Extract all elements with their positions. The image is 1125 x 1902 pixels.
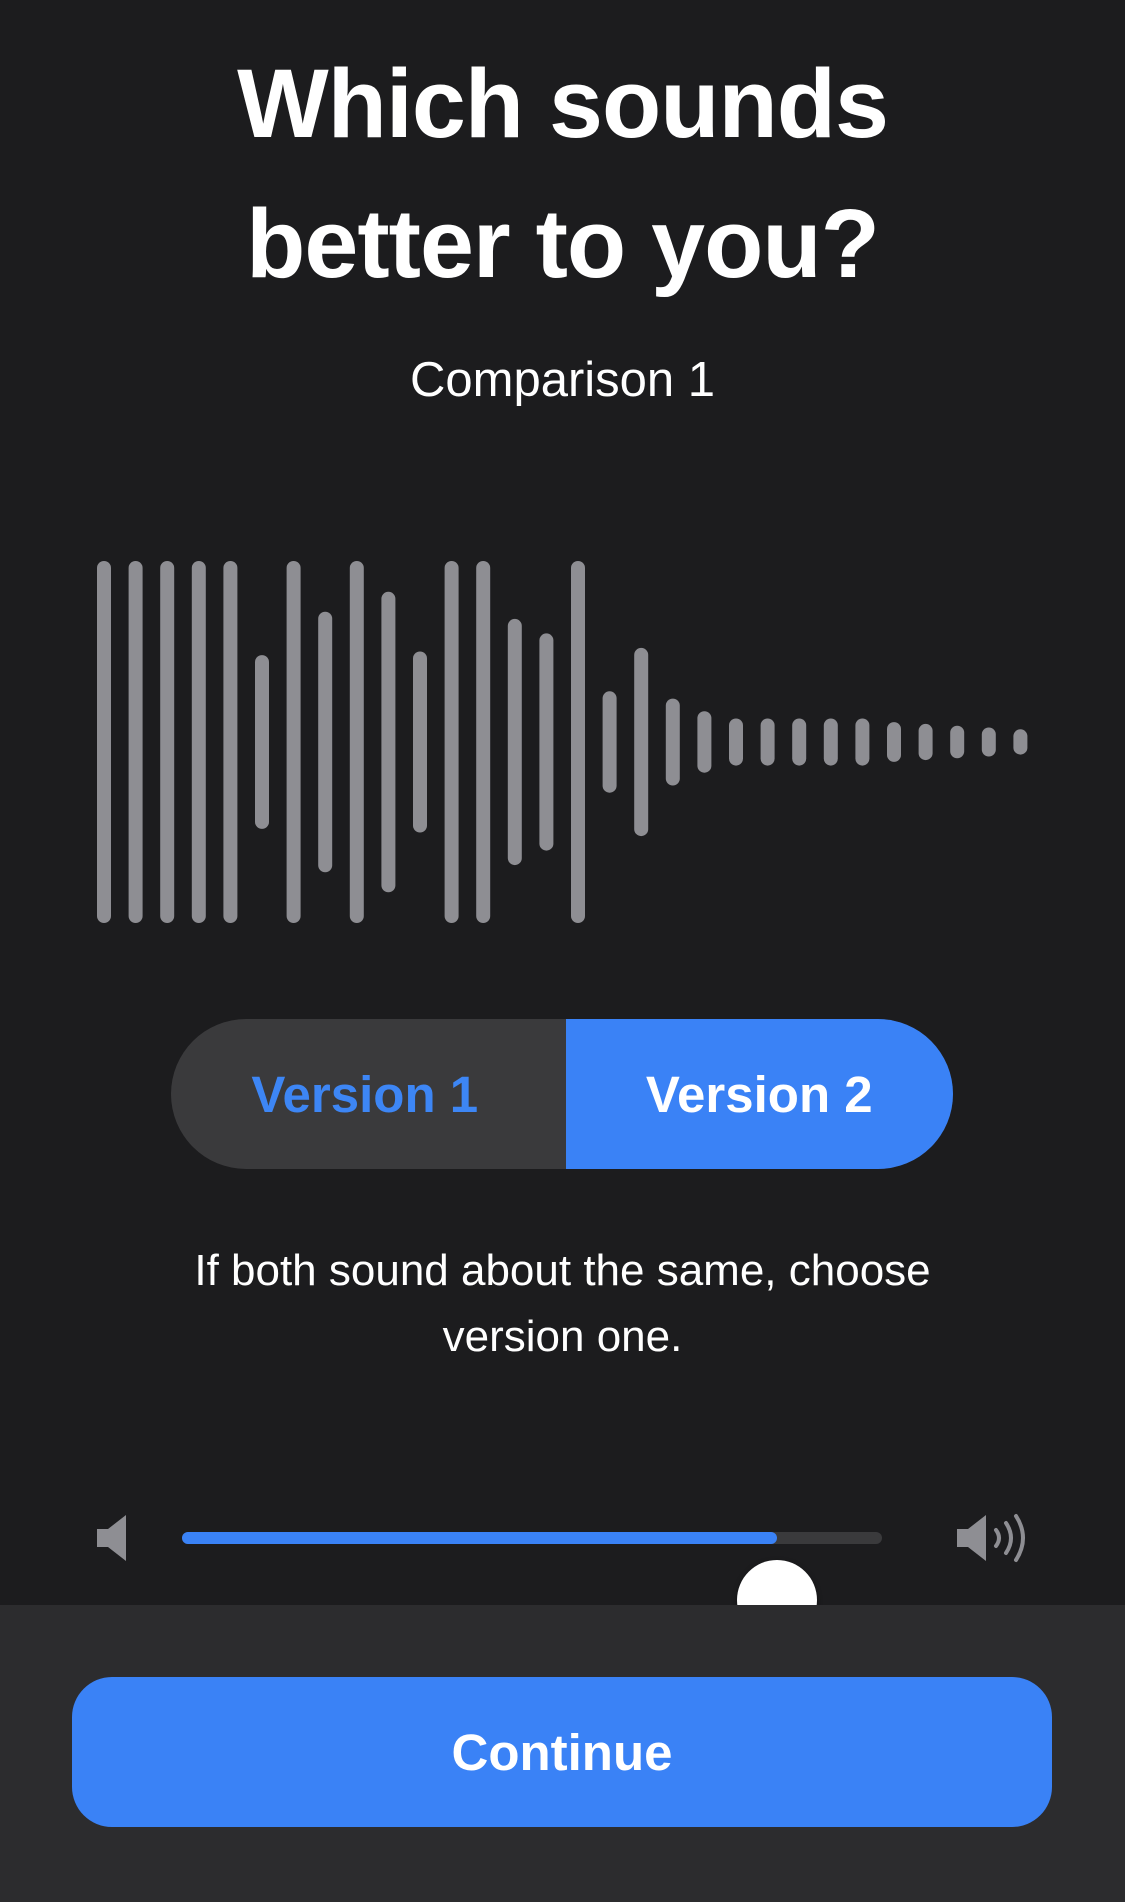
waveform-bar [160,561,175,923]
waveform-bar [729,718,743,766]
speaker-high-icon [957,1514,1025,1562]
volume-slider-fill [182,1532,777,1544]
comparison-label: Comparison 1 [409,353,716,407]
waveform-bar [318,611,333,873]
waveform-bar [413,651,427,833]
hint-text-line-1: If both sound about the same, choose [194,1246,931,1295]
page-title-line-1: Which sounds [237,49,889,158]
waveform-bar [381,591,396,893]
volume-control [0,1470,1125,1640]
bottom-bar: Continue [0,1605,1125,1902]
version-1-button[interactable]: Version 1 [171,1019,559,1169]
waveform-bar [349,561,364,923]
waveform-bar [286,561,301,923]
hint-text-line-2: version one. [442,1312,683,1361]
speaker-low-icon [97,1515,126,1561]
waveform-bar [918,723,933,761]
waveform-bar [444,561,459,923]
waveform-bar [476,561,491,923]
page-title-line-2: better to you? [246,189,880,298]
page-title: Which sounds better to you? [0,34,1125,314]
waveform-bar [855,718,870,766]
waveform-bar [507,618,522,866]
waveform-bar [1013,729,1028,755]
volume-slider[interactable] [182,1532,882,1640]
waveform-bar [191,561,206,923]
waveform-bar [887,722,901,762]
audio-waveform [97,561,1028,923]
waveform-bar [760,718,775,766]
continue-button[interactable]: Continue [72,1677,1052,1827]
waveform-bar [539,633,554,851]
waveform-bar [697,711,712,773]
waveform-bar [823,718,838,766]
waveform-bar [255,655,269,829]
waveform-bar [634,647,649,837]
waveform-bar [223,561,238,923]
version-selector: Version 1 Version 2 [171,1019,953,1169]
waveform-bar [981,727,996,757]
waveform-bar [792,718,807,766]
waveform-bar [97,561,111,923]
waveform-bar [602,691,617,793]
hint-text: If both sound about the same, choose ver… [150,1238,975,1370]
waveform-bar [571,561,585,923]
waveform-bar [665,698,680,786]
waveform-bar [128,561,143,923]
version-2-button[interactable]: Version 2 [565,1019,953,1169]
waveform-bar [950,725,965,759]
